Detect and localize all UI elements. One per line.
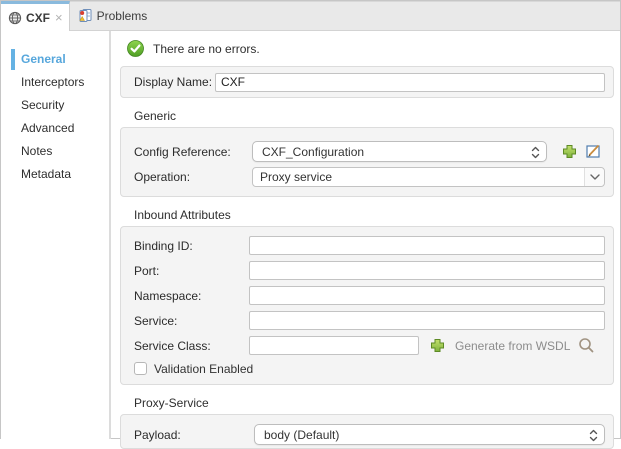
properties-panel: There are no errors. Display Name: Gener…: [111, 31, 620, 439]
tab-cxf-label: CXF: [26, 11, 50, 25]
display-name-label: Display Name:: [134, 75, 215, 89]
sidebar-item-label: Metadata: [21, 167, 71, 181]
tab-problems[interactable]: Problems: [70, 1, 160, 30]
chevron-down-icon: [584, 168, 604, 186]
payload-combo[interactable]: body (Default): [254, 424, 605, 445]
service-class-label: Service Class:: [134, 339, 249, 353]
add-config-button[interactable]: [562, 144, 577, 159]
sidebar-item-label: General: [21, 52, 66, 66]
inbound-group: Binding ID: Port: Namespace: Service: Se…: [120, 226, 614, 385]
port-input[interactable]: [249, 261, 605, 280]
edit-config-button[interactable]: [586, 144, 601, 159]
sidebar: General Interceptors Security Advanced N…: [1, 31, 111, 439]
display-name-group: Display Name:: [120, 66, 614, 98]
port-label: Port:: [134, 264, 249, 278]
display-name-input[interactable]: [215, 73, 605, 92]
sidebar-item-label: Notes: [21, 144, 52, 158]
binding-id-input[interactable]: [249, 236, 605, 255]
validation-enabled-label: Validation Enabled: [154, 362, 253, 376]
sidebar-item-metadata[interactable]: Metadata: [1, 163, 109, 186]
generate-wsdl-plus-icon[interactable]: [430, 338, 445, 353]
operation-dropdown[interactable]: Proxy service: [252, 167, 605, 187]
sidebar-item-general[interactable]: General: [1, 48, 109, 71]
config-reference-label: Config Reference:: [134, 145, 252, 159]
success-check-icon: [127, 40, 144, 57]
sidebar-item-label: Interceptors: [21, 75, 84, 89]
editor-window: CXF × Problems General: [0, 0, 621, 439]
service-class-input[interactable]: [249, 336, 419, 355]
sidebar-item-label: Advanced: [21, 121, 74, 135]
tab-cxf[interactable]: CXF ×: [1, 1, 70, 31]
binding-id-label: Binding ID:: [134, 239, 249, 253]
namespace-input[interactable]: [249, 286, 605, 305]
sidebar-item-notes[interactable]: Notes: [1, 140, 109, 163]
sidebar-item-advanced[interactable]: Advanced: [1, 117, 109, 140]
payload-value: body (Default): [264, 428, 339, 442]
globe-icon: [8, 11, 22, 25]
config-reference-value: CXF_Configuration: [262, 145, 364, 159]
service-input[interactable]: [249, 311, 605, 330]
sidebar-item-label: Security: [21, 98, 64, 112]
proxy-service-group: Payload: body (Default): [120, 414, 614, 449]
status-message: There are no errors.: [153, 42, 260, 56]
problems-icon: [78, 8, 93, 23]
validation-enabled-checkbox[interactable]: [134, 362, 147, 375]
chevron-updown-icon: [531, 146, 540, 159]
operation-label: Operation:: [134, 170, 252, 184]
config-reference-combo[interactable]: CXF_Configuration: [252, 141, 547, 162]
operation-value: Proxy service: [260, 170, 332, 184]
editor-content: General Interceptors Security Advanced N…: [1, 31, 620, 439]
active-item-indicator: [11, 49, 15, 70]
tab-bar: CXF × Problems: [1, 1, 620, 31]
close-icon[interactable]: ×: [55, 10, 63, 25]
sidebar-item-interceptors[interactable]: Interceptors: [1, 71, 109, 94]
generate-wsdl-label[interactable]: Generate from WSDL: [455, 339, 570, 353]
section-title-generic: Generic: [134, 109, 614, 123]
section-title-proxy-service: Proxy-Service: [134, 396, 614, 410]
chevron-updown-icon: [589, 429, 598, 442]
service-label: Service:: [134, 314, 249, 328]
namespace-label: Namespace:: [134, 289, 249, 303]
section-title-inbound: Inbound Attributes: [134, 208, 614, 222]
search-icon[interactable]: [578, 337, 595, 354]
status-row: There are no errors.: [127, 40, 614, 57]
payload-label: Payload:: [134, 428, 254, 442]
sidebar-item-security[interactable]: Security: [1, 94, 109, 117]
generic-group: Config Reference: CXF_Configuration: [120, 127, 614, 197]
tab-problems-label: Problems: [97, 9, 148, 23]
